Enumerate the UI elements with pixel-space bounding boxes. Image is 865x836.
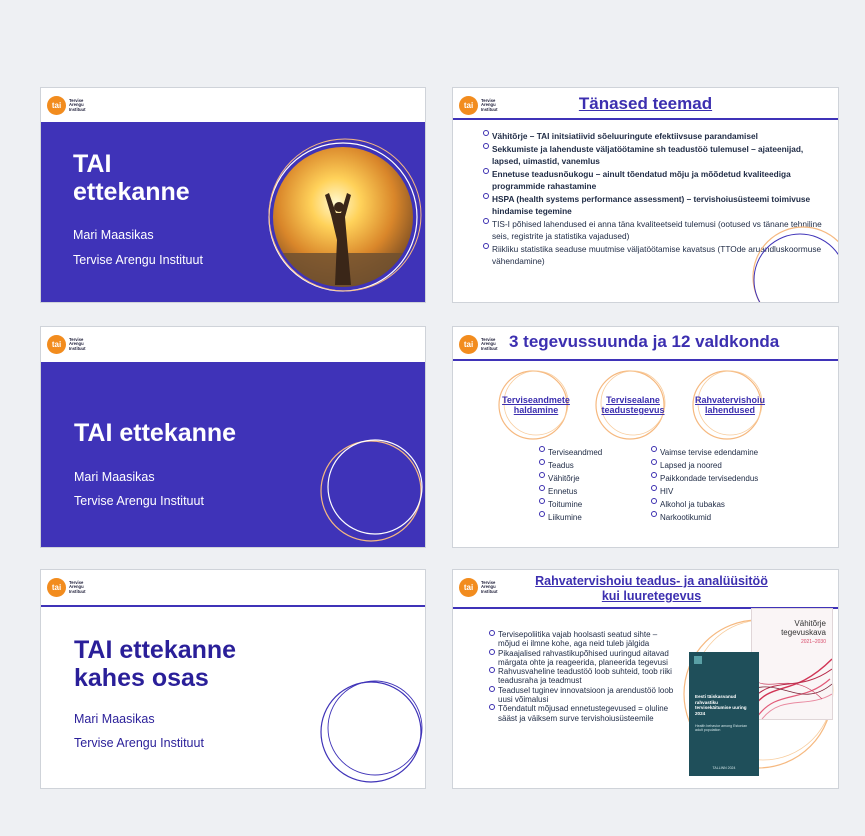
organization-name: Tervise Arengu Instituut	[73, 253, 203, 267]
research-points-list: Tervisepoliitika vajab hoolsasti seatud …	[489, 630, 674, 723]
slide-title: Tänased teemad	[578, 94, 713, 113]
slide-title: TAI ettekanne	[74, 419, 237, 447]
list-item: Ennetuse teadusnõukogu – ainult tõendatu…	[483, 167, 823, 193]
field-list-right: Vaimse tervise edendamine Lapsed ja noore…	[651, 446, 821, 524]
tai-logo-badge: tai	[459, 578, 478, 597]
list-item: Pikaajalised rahvastikupõhised uuringud …	[489, 648, 674, 668]
list-item: Tõendatult mõjusad ennetustegevused = ol…	[489, 704, 674, 723]
list-item: Tervisepoliitika vajab hoolsasti seatud …	[489, 630, 674, 649]
tai-logo: tai Tervise Arengu Instituut	[47, 578, 86, 597]
circle-label-public-health: Rahvatervishoiu lahendused	[694, 395, 766, 415]
tai-logo-badge: tai	[47, 335, 66, 354]
report-logo-icon	[694, 656, 702, 664]
slide-6-thumbnail[interactable]: tai Tervise Arengu Instituut Rahvatervis…	[452, 569, 839, 789]
list-item: Teadusel tuginev innovatsioon ja arendus…	[489, 685, 674, 705]
author-name: Mari Maasikas	[74, 470, 155, 484]
list-item: Narkootikumid	[651, 511, 821, 524]
slide-5-thumbnail[interactable]: tai Tervise Arengu Instituut TAI ettekan…	[40, 569, 426, 789]
slide-3-thumbnail[interactable]: tai Tervise Arengu Instituut TAI ettekan…	[40, 326, 426, 548]
tai-logo: tai Tervise Arengu Instituut	[459, 335, 498, 354]
logo-line: Instituut	[69, 345, 86, 351]
tai-logo: tai Tervise Arengu Instituut	[47, 96, 86, 115]
list-item: Ennetus	[539, 485, 649, 498]
tai-logo-badge: tai	[459, 335, 478, 354]
decorative-rings	[320, 439, 423, 542]
list-item: Vähitõrje – TAI initsiatiivid sõeluuring…	[483, 130, 823, 143]
fiber-artwork	[752, 658, 832, 719]
slide-title: 3 tegevussuunda ja 12 valdkonda	[509, 332, 780, 351]
logo-line: Instituut	[69, 106, 86, 112]
list-item: Paikkondade tervisedendus	[651, 472, 821, 485]
slide-title: TAI ettekanne	[73, 150, 190, 206]
list-item: Toitumine	[539, 498, 649, 511]
slide-2-thumbnail[interactable]: tai Tervise Arengu Instituut Tänased tee…	[452, 87, 839, 303]
decorative-rings	[752, 226, 838, 302]
list-item: Vaimse tervise edendamine	[651, 446, 821, 459]
tai-logo-badge: tai	[47, 96, 66, 115]
tai-logo: tai Tervise Arengu Instituut	[459, 578, 498, 597]
tai-logo: tai Tervise Arengu Instituut	[47, 335, 86, 354]
slide-title: Rahvatervishoiu teadus- ja analüüsitöö k…	[535, 574, 768, 603]
circle-label-research: Tervisealane teadustegevus	[601, 395, 665, 415]
list-item: Terviseandmed	[539, 446, 649, 459]
logo-line: Instituut	[481, 345, 498, 351]
title-divider	[453, 359, 838, 361]
title-divider	[453, 118, 838, 120]
list-item: Alkohol ja tubakas	[651, 498, 821, 511]
title-divider	[41, 605, 425, 607]
cancer-plan-cover: Vähitõrje tegevuskava 2021–2030	[751, 608, 833, 720]
organization-name: Tervise Arengu Instituut	[74, 494, 204, 508]
field-list-left: Terviseandmed Teadus Vähitõrje Ennetus Toitu…	[539, 446, 649, 524]
tai-logo-badge: tai	[47, 578, 66, 597]
list-item: Vähitõrje	[539, 472, 649, 485]
list-item: Sekkumiste ja lahenduste väljatöötamine …	[483, 142, 823, 168]
list-item: Liikumine	[539, 511, 649, 524]
circle-label-health-data: Terviseandmete haldamine	[502, 395, 570, 415]
list-item: Lapsed ja noored	[651, 459, 821, 472]
list-item: Rahvusvaheline teadustöö loob suhteid, t…	[489, 667, 674, 686]
logo-line: Instituut	[69, 588, 86, 594]
author-name: Mari Maasikas	[74, 712, 155, 726]
sunset-photo	[268, 138, 422, 292]
author-name: Mari Maasikas	[73, 228, 154, 242]
slide-title: TAI ettekanne kahes osas	[74, 636, 237, 692]
slide-4-thumbnail[interactable]: tai Tervise Arengu Instituut 3 tegevussu…	[452, 326, 839, 548]
survey-report-cover: Eesti täiskasvanud rahvastiku tervisekäi…	[689, 652, 759, 776]
organization-name: Tervise Arengu Instituut	[74, 736, 204, 750]
list-item: HIV	[651, 485, 821, 498]
list-item: Teadus	[539, 459, 649, 472]
slide-1-thumbnail[interactable]: tai Tervise Arengu Instituut TAI ettekan…	[40, 87, 426, 303]
decorative-rings	[320, 680, 423, 783]
